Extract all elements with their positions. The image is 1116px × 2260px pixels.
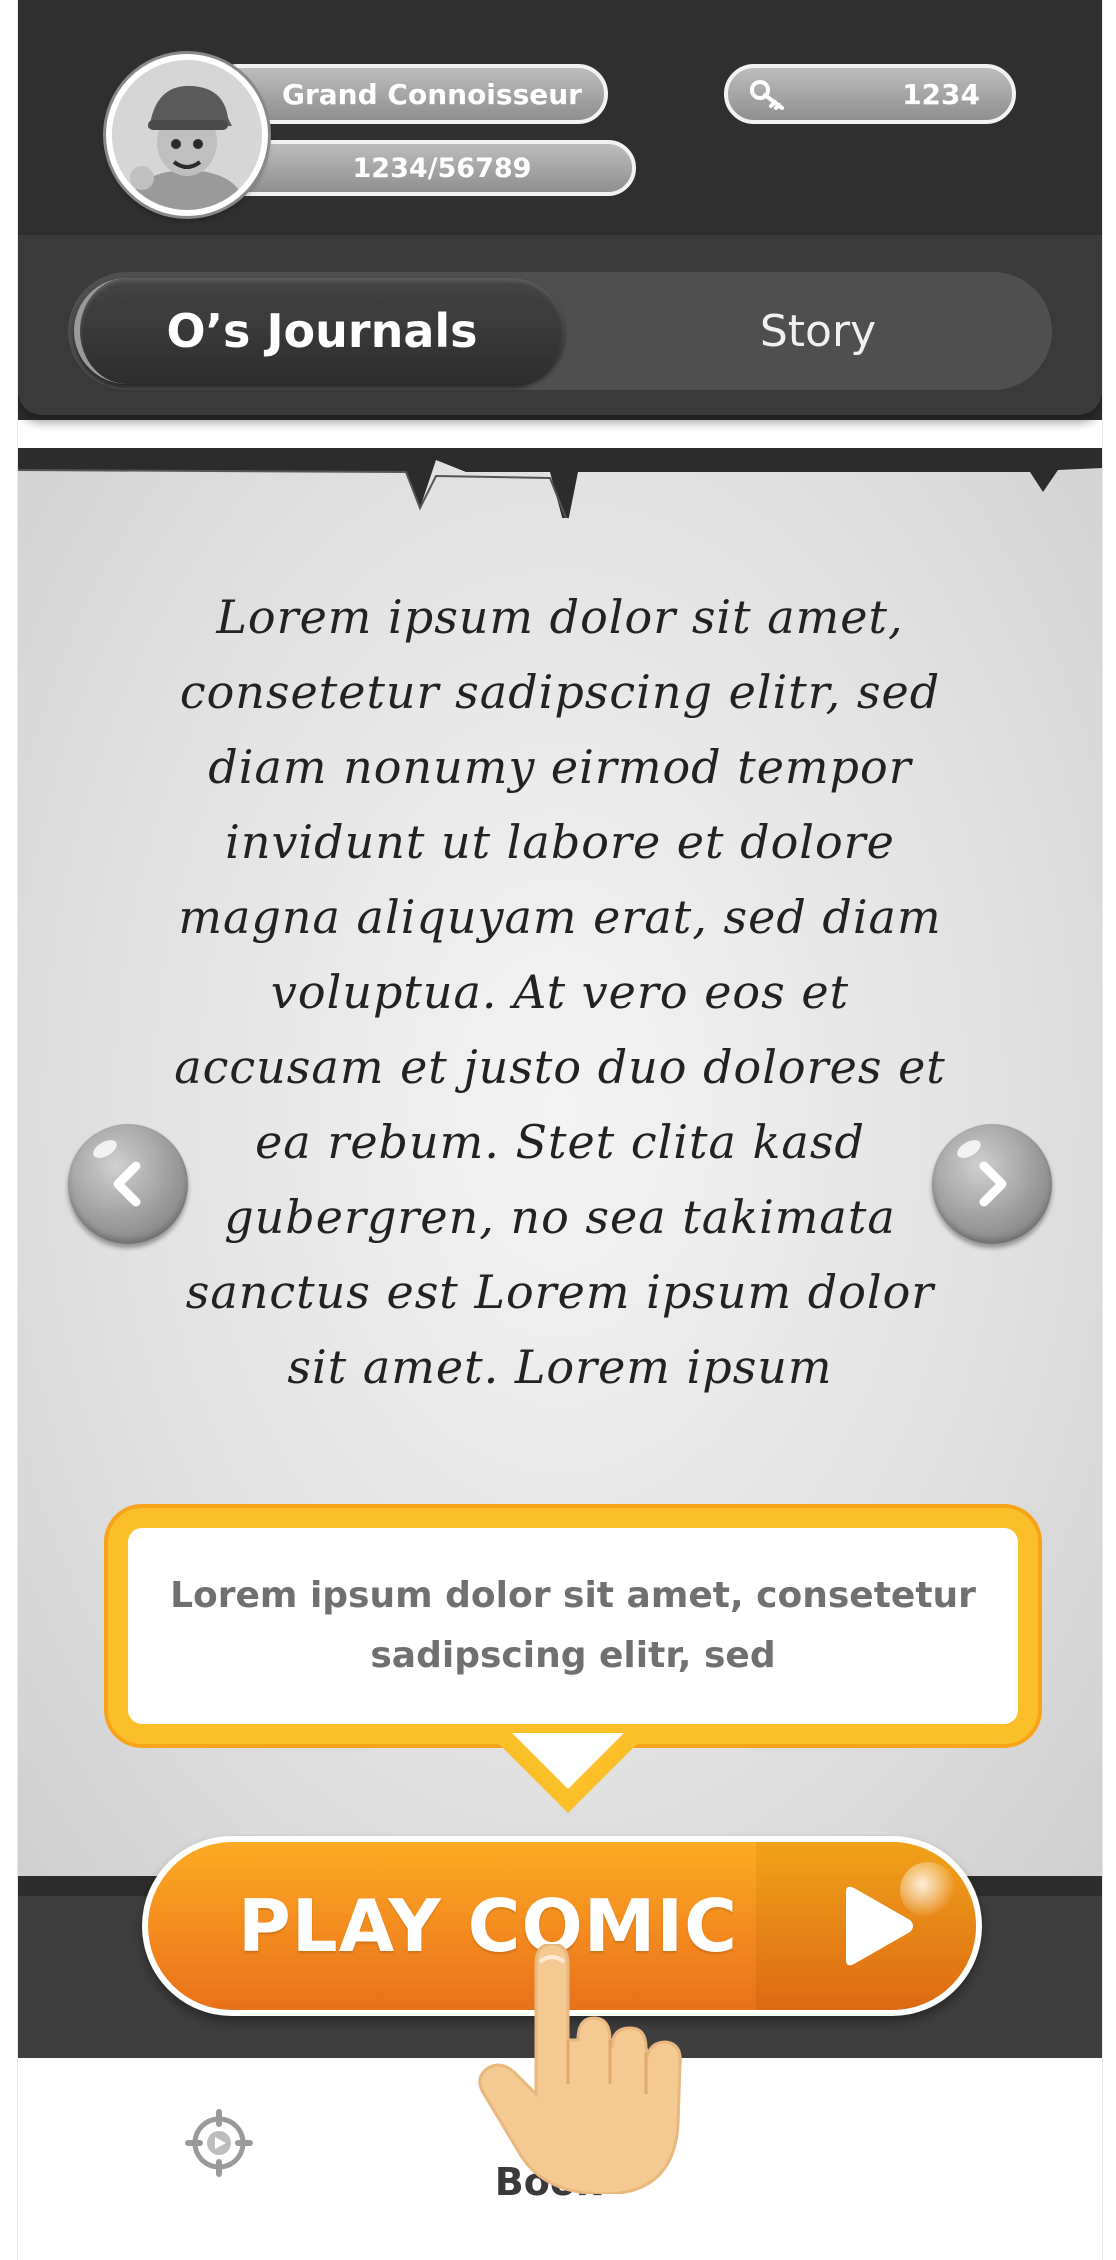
- chevron-left-icon: [113, 1161, 141, 1207]
- player-title: Grand Connoisseur: [282, 77, 582, 111]
- play-gloss: [900, 1862, 956, 1918]
- next-page-button[interactable]: [932, 1124, 1052, 1244]
- tutorial-tooltip: Lorem ipsum dolor sit amet, consetetur s…: [108, 1508, 1038, 1818]
- journal-story-text: Lorem ipsum dolor sit amet, consetetur s…: [174, 590, 946, 1394]
- keys-counter[interactable]: 1234: [724, 64, 1016, 124]
- tooltip-box: Lorem ipsum dolor sit amet, consetetur s…: [108, 1508, 1038, 1744]
- tab-os-journals-label: O’s Journals: [166, 304, 478, 358]
- hand-pointer-icon: [478, 1944, 682, 2194]
- tooltip-pointer: [488, 1733, 648, 1813]
- previous-page-button[interactable]: [68, 1124, 188, 1244]
- torn-page-edge: [18, 448, 1102, 518]
- header: Grand Connoisseur 1234/56789 1234 O’s Jo…: [18, 0, 1102, 420]
- avatar-character-icon: [112, 60, 262, 210]
- keys-count: 1234: [902, 77, 980, 111]
- player-title-badge: Grand Connoisseur: [208, 64, 608, 124]
- tab-os-journals[interactable]: O’s Journals: [74, 278, 564, 384]
- tab-bar: O’s Journals Story: [68, 272, 1052, 390]
- chevron-right-icon: [979, 1161, 1007, 1207]
- xp-progress-bar: 1234/56789: [218, 140, 636, 196]
- tab-story-label: Story: [759, 305, 877, 357]
- tooltip-text: Lorem ipsum dolor sit amet, consetetur s…: [170, 1575, 976, 1676]
- app-frame: Grand Connoisseur 1234/56789 1234 O’s Jo…: [18, 0, 1102, 2260]
- key-icon: [750, 80, 784, 110]
- xp-progress-text: 1234/56789: [352, 152, 532, 184]
- tab-story[interactable]: Story: [628, 272, 1008, 390]
- target-icon[interactable]: [184, 2108, 254, 2178]
- avatar[interactable]: [106, 54, 268, 216]
